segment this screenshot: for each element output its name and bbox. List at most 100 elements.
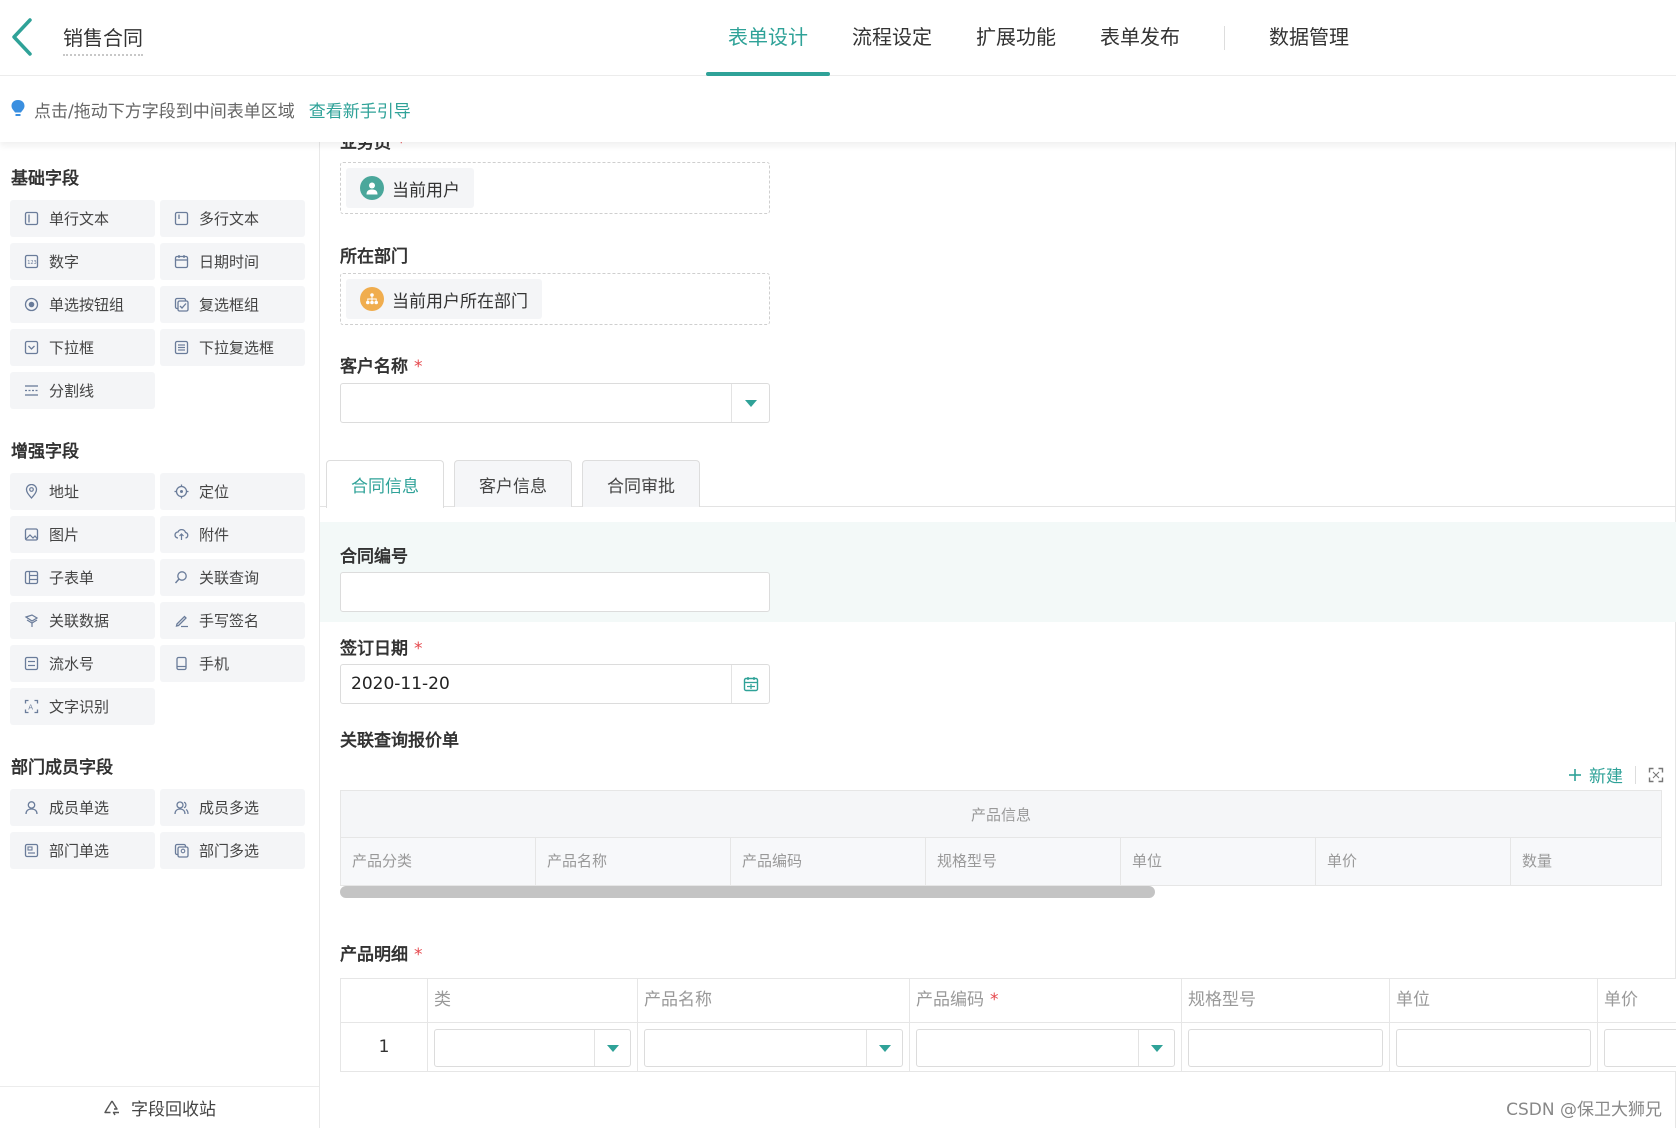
nav-publish[interactable]: 表单发布 [1078,0,1202,76]
group-title-dept-member: 部门成员字段 [11,758,113,778]
field-palette: 基础字段 单行文本 多行文本 123 数字 日期时间 单选按钮组 复选框组 下拉… [0,142,320,1128]
svg-text:123: 123 [27,260,37,266]
customer-select[interactable] [340,383,770,423]
main-nav: 表单设计 流程设定 扩展功能 表单发布 数据管理 [706,0,1371,76]
field-label-product-detail[interactable]: 产品明细 * [340,940,423,965]
category-select[interactable] [434,1029,631,1067]
top-header: 销售合同 表单设计 流程设定 扩展功能 表单发布 数据管理 [0,0,1676,76]
field-image[interactable]: 图片 [10,516,155,553]
multi-line-icon [174,211,189,226]
field-checkbox-group[interactable]: 复选框组 [160,286,305,323]
subform-row: 1 [340,1022,1676,1072]
field-datetime[interactable]: 日期时间 [160,243,305,280]
tab-contract-info[interactable]: 合同信息 [326,460,444,508]
current-dept-chip: 当前用户所在部门 [346,279,542,319]
related-query-table: 产品信息 产品分类 产品名称 产品编码 规格型号 单位 单价 数量 [340,790,1662,886]
checkbox-icon [174,297,189,312]
dropdown-multi-icon [174,340,189,355]
sign-date-input[interactable]: 2020-11-20 [340,664,770,704]
nav-extensions[interactable]: 扩展功能 [954,0,1078,76]
unit-input[interactable] [1396,1029,1591,1067]
user-avatar-icon [360,176,384,200]
field-recycle-bin[interactable]: 字段回收站 [0,1086,319,1128]
field-label-salesperson[interactable]: 业务员 * [340,142,406,153]
department-field[interactable]: 当前用户所在部门 [340,273,770,325]
field-number[interactable]: 123 数字 [10,243,155,280]
form-title[interactable]: 销售合同 [63,22,143,56]
row-number-header [340,978,428,1022]
calendar-icon [174,255,189,269]
field-label-contract-number[interactable]: 合同编号 [340,542,408,567]
guide-link[interactable]: 查看新手引导 [309,97,411,122]
field-member-single[interactable]: 成员单选 [10,789,155,826]
field-dropdown-multi[interactable]: 下拉复选框 [160,329,305,366]
field-serial-number[interactable]: 流水号 [10,645,155,682]
field-label-department[interactable]: 所在部门 [340,242,408,267]
current-user-chip: 当前用户 [346,168,474,208]
dropdown-icon [24,340,39,355]
price-input[interactable] [1604,1029,1676,1067]
dropdown-arrow-icon[interactable] [866,1030,902,1066]
nav-form-design[interactable]: 表单设计 [706,0,830,76]
salesperson-field[interactable]: 当前用户 [340,162,770,214]
enhanced-fields: 地址 定位 图片 附件 子表单 关联查询 关联数据 手写签名 流水号 手机 A … [10,473,319,725]
product-code-select[interactable] [916,1029,1175,1067]
field-address[interactable]: 地址 [10,473,155,510]
field-subform[interactable]: 子表单 [10,559,155,596]
field-label-related-quotes[interactable]: 关联查询报价单 [340,726,459,751]
serial-icon [24,656,39,671]
address-icon [25,484,38,499]
hint-text: 点击/拖动下方字段到中间表单区域 [34,101,295,122]
dept-member-fields: 成员单选 成员多选 部门单选 部门多选 [10,789,319,869]
plus-icon [1569,768,1581,781]
dropdown-arrow-icon[interactable] [1138,1030,1174,1066]
field-multi-line-text[interactable]: 多行文本 [160,200,305,237]
field-link-query[interactable]: 关联查询 [160,559,305,596]
dropdown-arrow-icon[interactable] [594,1030,630,1066]
spec-input[interactable] [1188,1029,1383,1067]
tab-contract-approval[interactable]: 合同审批 [582,460,700,507]
field-label-sign-date[interactable]: 签订日期 * [340,634,423,659]
field-divider[interactable]: 分割线 [10,372,155,409]
column-header: 单位 [1390,978,1598,1022]
field-phone[interactable]: 手机 [160,645,305,682]
group-title-enhanced: 增强字段 [11,442,79,462]
field-dept-single[interactable]: 部门单选 [10,832,155,869]
column-header: 规格型号 [1182,978,1390,1022]
field-ocr[interactable]: A 文字识别 [10,688,155,725]
field-location[interactable]: 定位 [160,473,305,510]
field-dropdown[interactable]: 下拉框 [10,329,155,366]
calendar-icon[interactable] [731,665,769,703]
table-group-header: 产品信息 [340,790,1662,838]
tab-customer-info[interactable]: 客户信息 [454,460,572,507]
image-icon [24,528,39,541]
field-member-multi[interactable]: 成员多选 [160,789,305,826]
horizontal-scrollbar[interactable] [340,886,1155,898]
dropdown-arrow-icon[interactable] [731,384,769,422]
nav-workflow[interactable]: 流程设定 [830,0,954,76]
field-dept-multi[interactable]: 部门多选 [160,832,305,869]
ocr-icon: A [24,699,39,714]
product-name-cell [638,1022,910,1072]
table-header-row: 产品分类 产品名称 产品编码 规格型号 单位 单价 数量 [340,838,1662,886]
nav-data-management[interactable]: 数据管理 [1247,0,1371,76]
column-header: 类 [428,978,638,1022]
back-arrow-icon[interactable] [8,16,38,58]
product-name-select[interactable] [644,1029,903,1067]
field-single-line-text[interactable]: 单行文本 [10,200,155,237]
new-record-button[interactable]: 新建 [1589,762,1623,787]
fullscreen-icon[interactable] [1648,767,1664,783]
form-canvas: 业务员 * 当前用户 所在部门 当前用户所在部门 客户名称 * 合同信息 客户信息 … [320,142,1676,1128]
recycle-icon [104,1100,119,1115]
field-signature[interactable]: 手写签名 [160,602,305,639]
field-radio-group[interactable]: 单选按钮组 [10,286,155,323]
number-icon: 123 [24,254,39,269]
column-header: 数量 [1522,852,1553,870]
divider-icon [25,385,38,396]
form-tabs: 合同信息 客户信息 合同审批 [326,460,700,508]
field-link-data[interactable]: 关联数据 [10,602,155,639]
dept-multi-icon [174,843,189,858]
contract-number-input[interactable] [340,572,770,612]
field-label-customer[interactable]: 客户名称 * [340,352,423,377]
field-attachment[interactable]: 附件 [160,516,305,553]
